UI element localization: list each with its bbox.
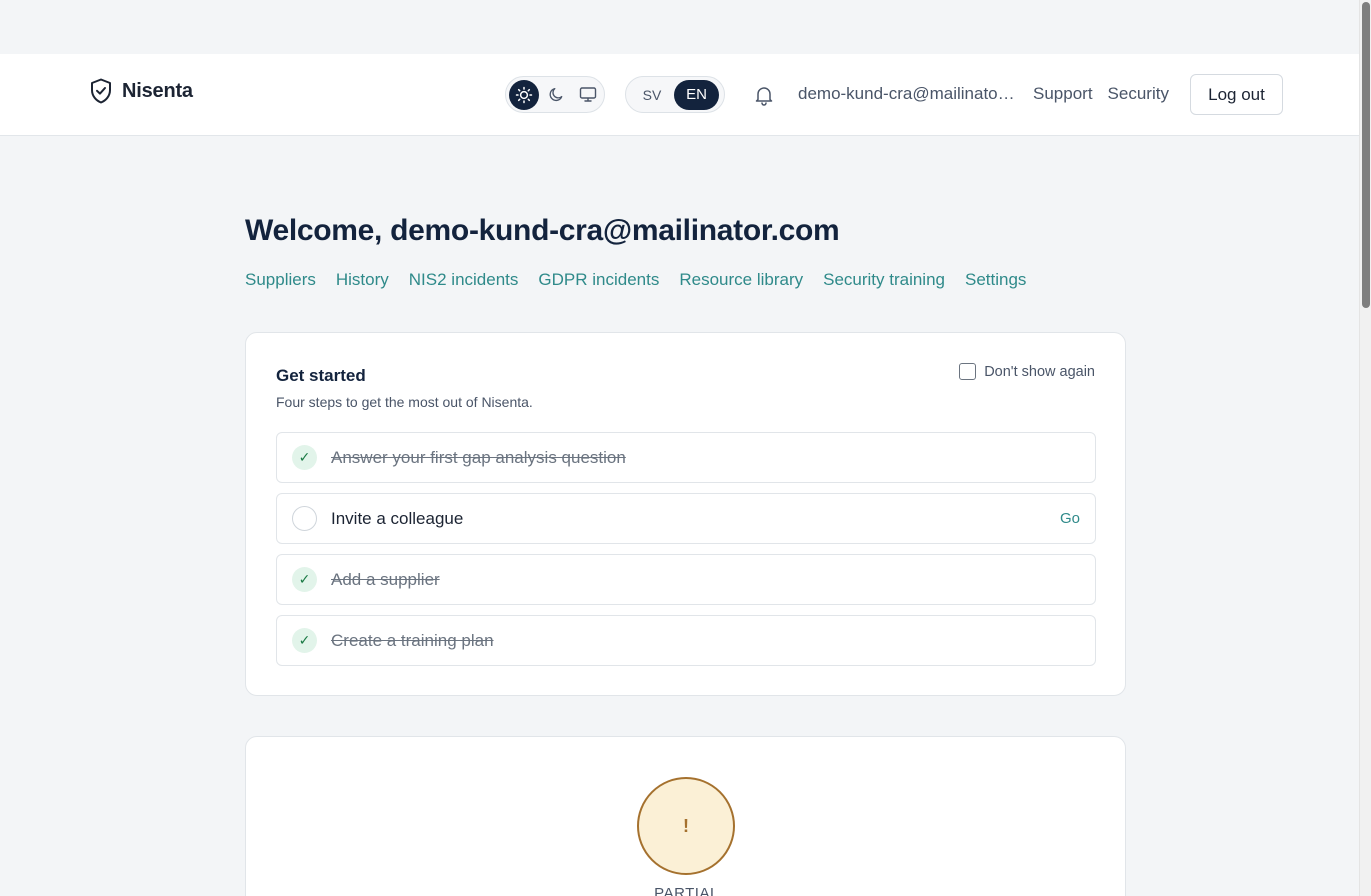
step-label: Add a supplier bbox=[331, 569, 440, 589]
theme-light-button[interactable] bbox=[509, 79, 539, 110]
theme-toggle bbox=[505, 76, 605, 113]
user-email-link[interactable]: demo-kund-cra@mailinator.com bbox=[798, 84, 1018, 104]
security-link[interactable]: Security bbox=[1108, 84, 1169, 104]
app-header: Nisenta SV EN demo-kund-cra@mailinator.c… bbox=[0, 54, 1359, 136]
get-started-card: Get started Four steps to get the most o… bbox=[245, 332, 1126, 696]
status-label: PARTIAL bbox=[654, 885, 719, 896]
brand-name: Nisenta bbox=[122, 79, 193, 102]
dont-show-again-toggle[interactable]: Don't show again bbox=[959, 363, 1095, 380]
tab-settings[interactable]: Settings bbox=[965, 270, 1026, 290]
step-item: ✓ Answer your first gap analysis questio… bbox=[276, 432, 1096, 483]
get-started-subtitle: Four steps to get the most out of Nisent… bbox=[276, 394, 533, 410]
check-icon: ✓ bbox=[292, 445, 317, 470]
language-sv-button[interactable]: SV bbox=[630, 80, 674, 110]
get-started-title: Get started bbox=[276, 366, 366, 385]
sun-icon bbox=[515, 86, 533, 103]
tab-gdpr-incidents[interactable]: GDPR incidents bbox=[538, 270, 659, 290]
header-nav: demo-kund-cra@mailinator.com Support Sec… bbox=[798, 84, 1169, 104]
step-item: ✓ Create a training plan bbox=[276, 615, 1096, 666]
monitor-icon bbox=[579, 87, 597, 102]
invite-go-link[interactable]: Go bbox=[1060, 510, 1080, 527]
theme-system-button[interactable] bbox=[573, 80, 603, 110]
support-link[interactable]: Support bbox=[1033, 84, 1093, 104]
language-en-button[interactable]: EN bbox=[674, 79, 719, 110]
empty-circle-icon bbox=[292, 506, 317, 531]
notifications-button[interactable] bbox=[753, 84, 775, 111]
page-title: Welcome, demo-kund-cra@mailinator.com bbox=[245, 214, 840, 247]
check-icon: ✓ bbox=[292, 567, 317, 592]
compliance-status-card: ! PARTIAL bbox=[245, 736, 1126, 896]
language-toggle: SV EN bbox=[625, 76, 725, 113]
moon-icon bbox=[549, 87, 562, 102]
tab-history[interactable]: History bbox=[336, 270, 389, 290]
tab-nis2-incidents[interactable]: NIS2 incidents bbox=[409, 270, 519, 290]
main-nav-tabs: Suppliers History NIS2 incidents GDPR in… bbox=[245, 270, 1046, 290]
step-label: Answer your first gap analysis question bbox=[331, 447, 626, 467]
top-strip bbox=[0, 0, 1359, 54]
step-label: Invite a colleague bbox=[331, 508, 464, 528]
shield-check-icon bbox=[91, 78, 111, 104]
bell-icon bbox=[755, 87, 773, 106]
status-warning-icon: ! bbox=[637, 777, 735, 875]
logout-button[interactable]: Log out bbox=[1190, 74, 1283, 115]
brand-logo[interactable]: Nisenta bbox=[90, 78, 193, 104]
dont-show-again-checkbox[interactable] bbox=[959, 363, 977, 380]
page-scrollbar[interactable] bbox=[1359, 0, 1371, 896]
dont-show-again-label: Don't show again bbox=[984, 363, 1095, 380]
tab-suppliers[interactable]: Suppliers bbox=[245, 270, 316, 290]
tab-security-training[interactable]: Security training bbox=[823, 270, 945, 290]
scrollbar-thumb[interactable] bbox=[1362, 2, 1370, 308]
tab-resource-library[interactable]: Resource library bbox=[679, 270, 803, 290]
step-label: Create a training plan bbox=[331, 630, 494, 650]
step-item: ✓ Add a supplier bbox=[276, 554, 1096, 605]
theme-dark-button[interactable] bbox=[541, 80, 571, 110]
check-icon: ✓ bbox=[292, 628, 317, 653]
step-item: Invite a colleague Go bbox=[276, 493, 1096, 544]
